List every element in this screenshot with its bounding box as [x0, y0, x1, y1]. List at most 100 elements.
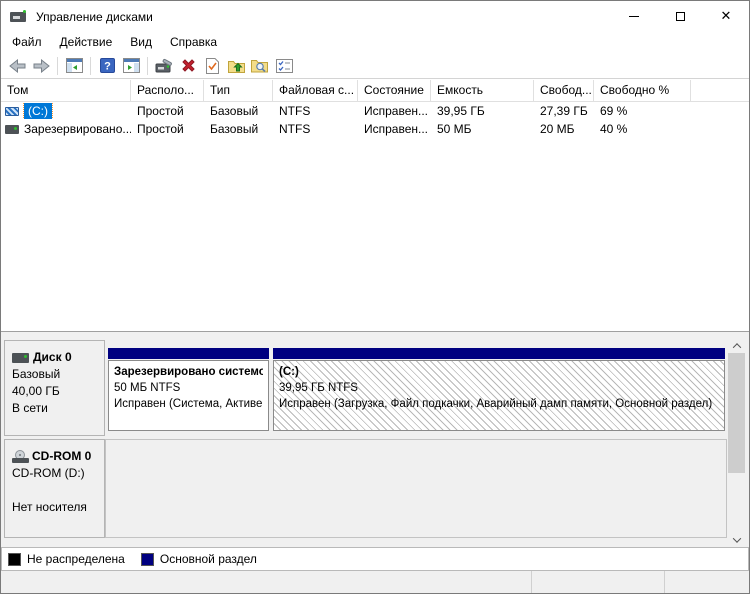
- cell-filesystem: NTFS: [273, 104, 358, 118]
- disk0-partitions: Зарезервировано системой 50 МБ NTFS Испр…: [105, 340, 727, 436]
- status-pane: [532, 571, 665, 594]
- show-action-pane-button[interactable]: [119, 55, 143, 77]
- partition-label: (C:): [279, 364, 719, 380]
- disk0-name: Диск 0: [33, 349, 72, 366]
- menu-help[interactable]: Справка: [161, 32, 226, 53]
- back-button[interactable]: [5, 55, 29, 77]
- cell-capacity: 39,95 ГБ: [431, 104, 534, 118]
- partition-size: 39,95 ГБ NTFS: [279, 380, 719, 396]
- close-button[interactable]: ✕: [703, 1, 749, 32]
- show-console-tree-button[interactable]: [62, 55, 86, 77]
- disk0-type: Базовый: [12, 366, 104, 383]
- scroll-up-button[interactable]: [728, 338, 745, 353]
- partition-size: 50 МБ NTFS: [114, 380, 263, 396]
- forward-arrow-icon: [33, 59, 50, 73]
- cell-layout: Простой: [131, 122, 204, 136]
- window-title: Управление дисками: [36, 10, 153, 24]
- partition-c[interactable]: (C:) 39,95 ГБ NTFS Исправен (Загрузка, Ф…: [273, 348, 725, 432]
- console-tree-icon: [66, 58, 83, 73]
- volume-list-header: Том Располо... Тип Файловая с... Состоян…: [1, 80, 749, 102]
- minimize-button[interactable]: [611, 1, 657, 32]
- cell-type: Базовый: [204, 104, 273, 118]
- table-row[interactable]: (C:) Простой Базовый NTFS Исправен... 39…: [1, 102, 749, 120]
- volume-drive-icon: [5, 107, 19, 116]
- cdrom-status: Нет носителя: [12, 499, 104, 516]
- folder-search-icon: [251, 58, 269, 73]
- cdrom-panel[interactable]: CD-ROM 0 CD-ROM (D:) Нет носителя: [4, 439, 105, 538]
- volume-name-selected: (C:): [24, 103, 52, 119]
- menu-bar: Файл Действие Вид Справка: [1, 32, 749, 53]
- column-header-type[interactable]: Тип: [204, 80, 273, 101]
- back-arrow-icon: [9, 59, 26, 73]
- disk0-status: В сети: [12, 400, 104, 417]
- cdrom-letter: CD-ROM (D:): [12, 465, 104, 482]
- cell-filesystem: NTFS: [273, 122, 358, 136]
- scrollbar-thumb[interactable]: [728, 353, 745, 473]
- help-button[interactable]: ?: [95, 55, 119, 77]
- pane-splitter[interactable]: [1, 331, 749, 338]
- action-pane-icon: [123, 58, 140, 73]
- partition-system-reserved[interactable]: Зарезервировано системой 50 МБ NTFS Испр…: [108, 348, 269, 432]
- disk-management-window: Управление дисками ✕ Файл Действие Вид С…: [0, 0, 750, 594]
- table-row[interactable]: Зарезервировано... Простой Базовый NTFS …: [1, 120, 749, 138]
- hard-disk-icon: [12, 353, 29, 363]
- volume-list: Том Располо... Тип Файловая с... Состоян…: [1, 80, 749, 331]
- cell-capacity: 50 МБ: [431, 122, 534, 136]
- chevron-down-icon: [732, 534, 740, 542]
- maximize-button[interactable]: [657, 1, 703, 32]
- delete-button[interactable]: [176, 55, 200, 77]
- status-bar: [1, 571, 749, 594]
- vertical-scrollbar[interactable]: [728, 338, 745, 547]
- status-pane: [665, 571, 749, 594]
- column-header-volume[interactable]: Том: [1, 80, 131, 101]
- help-icon: ?: [100, 58, 115, 73]
- scroll-down-button[interactable]: [728, 532, 745, 547]
- checklist-icon: [276, 59, 293, 73]
- status-pane: [1, 571, 532, 594]
- column-header-filesystem[interactable]: Файловая с...: [273, 80, 358, 101]
- close-icon: ✕: [721, 9, 732, 24]
- legend-unallocated-label: Не распределена: [27, 552, 125, 566]
- properties-button[interactable]: [200, 55, 224, 77]
- folder-search-button[interactable]: [248, 55, 272, 77]
- disk-tool-button[interactable]: [152, 55, 176, 77]
- partition-label: Зарезервировано системой: [114, 364, 263, 380]
- toolbar-separator: [147, 57, 148, 75]
- delete-x-icon: [181, 58, 196, 73]
- app-disk-icon: [10, 10, 28, 24]
- title-bar: Управление дисками ✕: [1, 1, 749, 32]
- cdrom-name: CD-ROM 0: [32, 448, 91, 465]
- checklist-button[interactable]: [272, 55, 296, 77]
- column-header-layout[interactable]: Располо...: [131, 80, 204, 101]
- column-header-free-pct[interactable]: Свободно %: [594, 80, 691, 101]
- column-header-status[interactable]: Состояние: [358, 80, 431, 101]
- volume-drive-icon: [5, 125, 19, 134]
- cell-status: Исправен...: [358, 122, 431, 136]
- menu-action[interactable]: Действие: [51, 32, 122, 53]
- column-header-free[interactable]: Свобод...: [534, 80, 594, 101]
- column-header-capacity[interactable]: Емкость: [431, 80, 534, 101]
- partition-color-bar: [273, 348, 725, 359]
- folder-up-button[interactable]: [224, 55, 248, 77]
- legend-primary-label: Основной раздел: [160, 552, 257, 566]
- column-header-filler: [691, 80, 749, 101]
- toolbar-separator: [90, 57, 91, 75]
- menu-view[interactable]: Вид: [121, 32, 161, 53]
- minimize-icon: [629, 16, 639, 17]
- disk0-panel[interactable]: Диск 0 Базовый 40,00 ГБ В сети: [4, 340, 105, 436]
- cell-free: 20 МБ: [534, 122, 594, 136]
- forward-button[interactable]: [29, 55, 53, 77]
- chevron-up-icon: [732, 343, 740, 351]
- partition-status: Исправен (Загрузка, Файл подкачки, Авари…: [279, 396, 719, 412]
- unallocated-swatch: [8, 553, 21, 566]
- volume-name: Зарезервировано...: [24, 122, 131, 136]
- cell-free-pct: 69 %: [594, 104, 691, 118]
- toolbar: ?: [1, 53, 749, 79]
- cell-type: Базовый: [204, 122, 273, 136]
- cell-free-pct: 40 %: [594, 122, 691, 136]
- disk-tool-icon: [155, 58, 174, 73]
- menu-file[interactable]: Файл: [3, 32, 51, 53]
- maximize-icon: [676, 12, 685, 21]
- graphical-view: Диск 0 Базовый 40,00 ГБ В сети Зарезерви…: [1, 338, 749, 547]
- partition-status: Исправен (Система, Активен, Основной раз…: [114, 396, 263, 412]
